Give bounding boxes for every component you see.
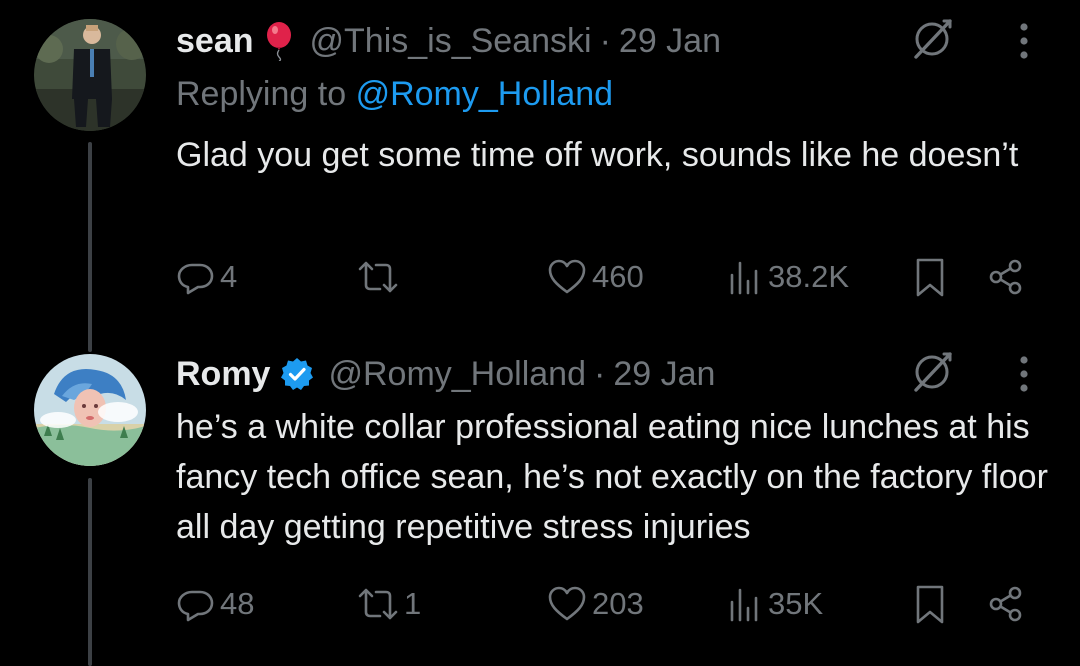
share-icon (989, 259, 1022, 295)
retweet-count: 1 (404, 586, 422, 621)
replying-prefix: Replying to (176, 75, 347, 113)
view-count: 38.2K (768, 259, 850, 294)
reply-thread: sean @This_is_Seanski · 29 Jan Replying … (0, 0, 1080, 666)
user-handle[interactable]: @This_is_Seanski (310, 22, 592, 61)
separator-dot: · (599, 21, 611, 60)
reply-count: 48 (220, 586, 255, 621)
retweet-button[interactable] (356, 252, 404, 302)
thread-connector-line (88, 142, 92, 352)
share-icon (989, 586, 1022, 622)
replying-to-mention[interactable]: @Romy_Holland (356, 75, 614, 113)
display-name[interactable]: Romy (176, 355, 270, 394)
bookmark-button[interactable] (910, 252, 950, 302)
views-button[interactable]: 35K (724, 579, 823, 629)
heart-icon (548, 259, 586, 294)
like-button[interactable]: 203 (546, 579, 644, 629)
tweet-text: he’s a white collar professional eating … (176, 408, 1048, 546)
reply-button[interactable]: 48 (176, 579, 254, 629)
avatar-sean[interactable] (34, 19, 146, 131)
tweet-header: Romy @Romy_Holland · 29 Jan (176, 352, 1050, 396)
reply-icon (177, 263, 214, 295)
grok-icon[interactable] (906, 13, 958, 65)
like-count: 460 (592, 259, 644, 294)
balloon-emoji (264, 21, 294, 62)
more-options-icon[interactable] (1018, 352, 1030, 396)
more-options-icon[interactable] (1018, 19, 1030, 63)
heart-icon (548, 586, 586, 621)
bookmark-icon (916, 585, 944, 624)
reply-icon (177, 590, 214, 622)
like-button[interactable]: 460 (546, 252, 644, 302)
avatar-sean-image (34, 19, 146, 131)
tweet-actions: 48 1 203 35K (176, 579, 1050, 629)
bookmark-button[interactable] (910, 579, 950, 629)
replying-to: Replying to @Romy_Holland (176, 75, 613, 114)
views-icon (730, 261, 758, 295)
like-count: 203 (592, 586, 644, 621)
display-name[interactable]: sean (176, 22, 254, 61)
tweet-actions: 4 460 38.2K (176, 252, 1050, 302)
tweet-text: Glad you get some time off work, sounds … (176, 136, 1019, 174)
view-count: 35K (768, 586, 824, 621)
tweet-date[interactable]: 29 Jan (613, 355, 715, 394)
tweet-sean[interactable]: sean @This_is_Seanski · 29 Jan Replying … (0, 0, 1080, 352)
avatar-romy-image (34, 354, 146, 466)
views-icon (730, 588, 758, 622)
tweet-romy[interactable]: Romy @Romy_Holland · 29 Jan he’s a white… (0, 340, 1080, 666)
retweet-icon (358, 261, 398, 293)
tweet-header: sean @This_is_Seanski · 29 Jan (176, 19, 1050, 63)
grok-icon[interactable] (906, 346, 958, 398)
reply-button[interactable]: 4 (176, 252, 237, 302)
separator-dot: · (593, 354, 606, 393)
user-handle[interactable]: @Romy_Holland (328, 355, 586, 394)
verified-badge-icon (280, 357, 314, 391)
bookmark-icon (916, 258, 944, 297)
retweet-icon (358, 588, 398, 620)
retweet-button[interactable]: 1 (356, 579, 421, 629)
share-button[interactable] (986, 252, 1026, 302)
views-button[interactable]: 38.2K (724, 252, 849, 302)
reply-count: 4 (220, 259, 238, 294)
tweet-date[interactable]: 29 Jan (619, 22, 721, 61)
avatar-romy[interactable] (34, 354, 146, 466)
thread-connector-line (88, 478, 92, 666)
share-button[interactable] (986, 579, 1026, 629)
